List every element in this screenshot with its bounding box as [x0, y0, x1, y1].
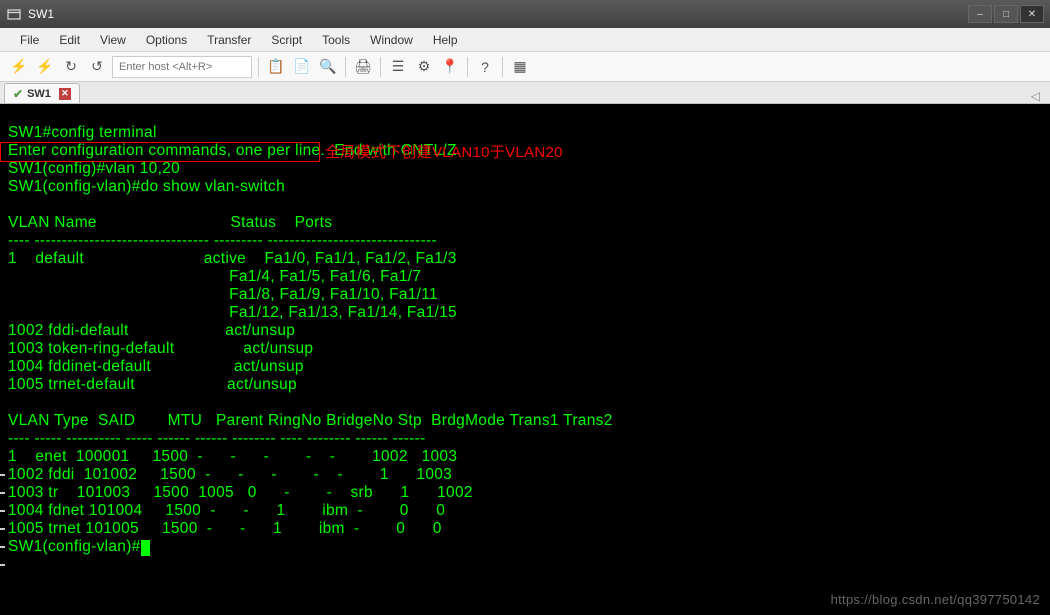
window-controls: – □ ✕: [968, 5, 1044, 23]
terminal-line: 1003 token-ring-default act/unsup: [8, 340, 318, 357]
disconnect-icon[interactable]: ↺: [86, 56, 108, 78]
terminal-line: 1002 fddi-default act/unsup: [8, 322, 300, 339]
menu-tools[interactable]: Tools: [312, 30, 360, 50]
tab-close-button[interactable]: ✕: [59, 88, 71, 100]
separator: [467, 57, 468, 77]
terminal-line: ---- -------------------------------- --…: [8, 232, 437, 249]
options-icon[interactable]: ⚙: [413, 56, 435, 78]
terminal-line: 1005 trnet 101005 1500 - - 1 ibm - 0 0: [8, 520, 442, 537]
terminal-line: VLAN Name Status Ports: [8, 214, 332, 231]
annotation-text: 全局模式下创建VLAN10于VLAN20: [325, 144, 563, 162]
terminal-line: 1004 fdnet 101004 1500 - - 1 ibm - 0 0: [8, 502, 445, 519]
scroll-tick: [0, 492, 5, 494]
window-titlebar: SW1 – □ ✕: [0, 0, 1050, 28]
print-icon[interactable]: 🖨: [352, 56, 374, 78]
paste-icon[interactable]: 📄: [291, 56, 313, 78]
cursor-block: [141, 540, 150, 556]
scroll-tick: [0, 474, 5, 476]
terminal-line: Fa1/8, Fa1/9, Fa1/10, Fa1/11: [8, 286, 438, 303]
scroll-tick: [0, 528, 5, 530]
tab-sw1[interactable]: ✔ SW1 ✕: [4, 83, 80, 103]
terminal-line: SW1(config-vlan)#do show vlan-switch: [8, 178, 285, 195]
tabbar-scroll-left-icon[interactable]: ◁: [1031, 89, 1046, 103]
connect-icon[interactable]: ⚡: [8, 56, 30, 78]
app-icon: [6, 6, 22, 22]
terminal-line: VLAN Type SAID MTU Parent RingNo BridgeN…: [8, 412, 613, 429]
tab-label: SW1: [27, 88, 51, 100]
quick-connect-icon[interactable]: ⚡: [34, 56, 56, 78]
properties-icon[interactable]: ☰: [387, 56, 409, 78]
menubar: File Edit View Options Transfer Script T…: [0, 28, 1050, 52]
menu-edit[interactable]: Edit: [49, 30, 90, 50]
menu-window[interactable]: Window: [360, 30, 423, 50]
close-button[interactable]: ✕: [1020, 5, 1044, 23]
window-title: SW1: [28, 7, 968, 21]
terminal-line: SW1#config terminal: [8, 124, 157, 141]
view-icon[interactable]: ▦: [509, 56, 531, 78]
find-icon[interactable]: 🔍: [317, 56, 339, 78]
menu-transfer[interactable]: Transfer: [197, 30, 261, 50]
copy-icon[interactable]: 📋: [265, 56, 287, 78]
separator: [258, 57, 259, 77]
separator: [345, 57, 346, 77]
watermark: https://blog.csdn.net/qq397750142: [831, 591, 1040, 609]
terminal-line: SW1(config)#vlan 10,20: [8, 160, 180, 177]
terminal-line: 1004 fddinet-default act/unsup: [8, 358, 308, 375]
terminal-line: 1 enet 100001 1500 - - - - - 1002 1003: [8, 448, 457, 465]
menu-script[interactable]: Script: [261, 30, 312, 50]
terminal-line: Fa1/4, Fa1/5, Fa1/6, Fa1/7: [8, 268, 421, 285]
reconnect-icon[interactable]: ↻: [60, 56, 82, 78]
terminal-line: 1005 trnet-default act/unsup: [8, 376, 302, 393]
maximize-button[interactable]: □: [994, 5, 1018, 23]
separator: [502, 57, 503, 77]
terminal-line: 1002 fddi 101002 1500 - - - - - 1 1003: [8, 466, 452, 483]
menu-file[interactable]: File: [10, 30, 49, 50]
host-input[interactable]: [112, 56, 252, 78]
toolbar: ⚡ ⚡ ↻ ↺ 📋 📄 🔍 🖨 ☰ ⚙ 📍 ? ▦: [0, 52, 1050, 82]
terminal-line: 1 default active Fa1/0, Fa1/1, Fa1/2, Fa…: [8, 250, 457, 267]
separator: [380, 57, 381, 77]
check-icon: ✔: [13, 87, 23, 101]
terminal[interactable]: SW1#config terminal Enter configuration …: [0, 104, 1050, 615]
help-icon[interactable]: ?: [474, 56, 496, 78]
scroll-tick: [0, 510, 5, 512]
menu-view[interactable]: View: [90, 30, 136, 50]
minimize-button[interactable]: –: [968, 5, 992, 23]
terminal-line: ---- ----- ---------- ----- ------ -----…: [8, 430, 425, 447]
terminal-line: Fa1/12, Fa1/13, Fa1/14, Fa1/15: [8, 304, 457, 321]
terminal-prompt: SW1(config-vlan)#: [8, 538, 141, 555]
menu-options[interactable]: Options: [136, 30, 197, 50]
scroll-tick: [0, 564, 5, 566]
scroll-tick: [0, 546, 5, 548]
menu-help[interactable]: Help: [423, 30, 468, 50]
session-options-icon[interactable]: 📍: [439, 56, 461, 78]
tabbar: ✔ SW1 ✕ ◁: [0, 82, 1050, 104]
terminal-line: 1003 tr 101003 1500 1005 0 - - srb 1 100…: [8, 484, 473, 501]
